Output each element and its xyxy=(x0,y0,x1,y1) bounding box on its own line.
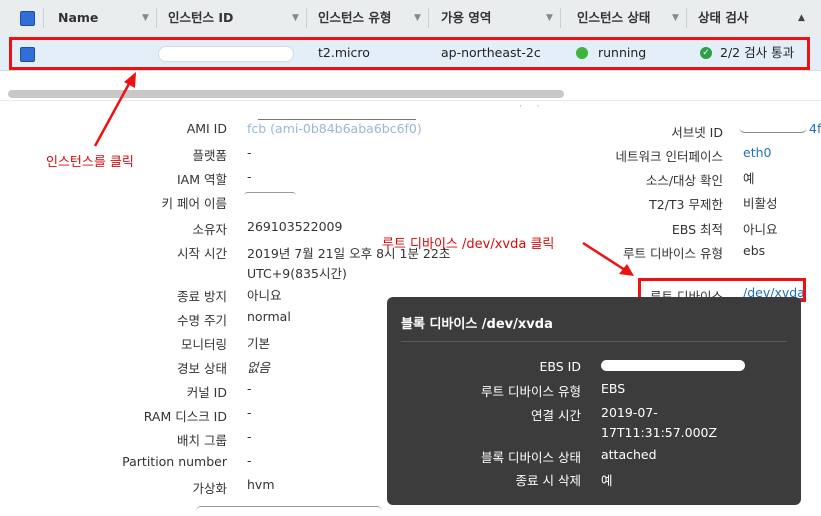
detail-value-alarm-status: 없음 xyxy=(247,360,271,375)
detail-value-root-device-type: ebs xyxy=(743,243,766,258)
detail-label-key-pair: 키 페어 이름 xyxy=(161,196,227,211)
detail-label-termination-protection: 종료 방지 xyxy=(177,289,227,304)
detail-label-platform: 플랫폼 xyxy=(192,148,227,163)
detail-label-alarm-status: 경보 상태 xyxy=(177,361,227,376)
detail-label-subnet-id: 서브넷 ID xyxy=(671,125,723,140)
detail-label-virtualization: 가상화 xyxy=(192,481,227,496)
detail-label-t2t3-unlimited: T2/T3 무제한 xyxy=(649,197,723,212)
detail-label-iam-role: IAM 역할 xyxy=(177,172,227,187)
detail-label-ramdisk-id: RAM 디스크 ID xyxy=(143,409,227,424)
network-interface-link[interactable]: eth0 xyxy=(743,145,771,160)
popover-value-root-device-type: EBS xyxy=(601,381,626,396)
popover-value-delete-on-termination: 예 xyxy=(601,473,613,488)
detail-value-monitoring: 기본 xyxy=(247,336,271,351)
detail-value-virtualization: hvm xyxy=(247,477,275,492)
ami-redaction xyxy=(258,116,416,120)
detail-value-ramdisk-id: - xyxy=(247,405,252,420)
detail-label-placement-group: 배치 그룹 xyxy=(177,433,227,448)
block-device-popover: 블록 디바이스 /dev/xvda EBS ID 루트 디바이스 유형 EBS … xyxy=(387,297,801,505)
popover-value-attach-time-2: 17T11:31:57.000Z xyxy=(601,425,718,440)
detail-value-launch-time-tz: UTC+9(835시간) xyxy=(247,266,347,281)
detail-value-platform: - xyxy=(247,145,252,160)
popover-value-block-device-status: attached xyxy=(601,447,657,462)
detail-value-iam-role: - xyxy=(247,169,252,184)
detail-value-source-dest-check: 예 xyxy=(743,171,755,186)
subnet-redacted xyxy=(739,120,807,133)
detail-label-monitoring: 모니터링 xyxy=(180,337,227,352)
popover-value-attach-time: 2019-07- xyxy=(601,405,658,420)
popover-label-root-device-type: 루트 디바이스 유형 xyxy=(481,384,581,399)
detail-label-partition-number: Partition number xyxy=(122,454,227,469)
popover-label-ebs-id: EBS ID xyxy=(539,359,581,374)
detail-label-ami-id: AMI ID xyxy=(186,121,227,136)
popover-divider xyxy=(401,341,787,342)
subnet-id-link[interactable]: 4f xyxy=(809,121,821,136)
detail-label-source-dest-check: 소스/대상 확인 xyxy=(645,173,723,188)
detail-label-network-interface: 네트워크 인터페이스 xyxy=(615,149,723,164)
detail-label-launch-time: 시작 시간 xyxy=(177,246,227,261)
annotation-click-instance: 인스턴스를 클릭 xyxy=(46,155,134,170)
popover-title: 블록 디바이스 /dev/xvda xyxy=(401,317,553,332)
ebs-id-redacted[interactable] xyxy=(601,360,745,371)
detail-value-placement-group: - xyxy=(247,429,252,444)
detail-value-partition-number: - xyxy=(247,453,252,468)
detail-value-t2t3-unlimited: 비활성 xyxy=(743,196,778,211)
detail-label-kernel-id: 커널 ID xyxy=(186,385,227,400)
detail-label-lifecycle: 수명 주기 xyxy=(177,313,227,328)
ami-id-link[interactable]: fcb (ami-0b84b6aba6bc6f0) xyxy=(247,121,422,136)
detail-value-owner: 269103522009 xyxy=(247,219,343,234)
detail-label-root-device-type: 루트 디바이스 유형 xyxy=(623,246,723,261)
annotation-click-root-device: 루트 디바이스 /dev/xvda 클릭 xyxy=(382,237,555,252)
detail-value-termination-protection: 아니요 xyxy=(247,288,282,303)
popover-label-delete-on-termination: 종료 시 삭제 xyxy=(515,473,581,488)
popover-label-attach-time: 연결 시간 xyxy=(531,408,581,423)
detail-label-ebs-optimized: EBS 최적 xyxy=(671,222,723,237)
key-pair-redacted xyxy=(244,192,296,199)
detail-value-lifecycle: normal xyxy=(247,309,291,324)
detail-value-ebs-optimized: 아니요 xyxy=(743,222,778,237)
detail-label-owner: 소유자 xyxy=(192,222,227,237)
popover-label-block-device-status: 블록 디바이스 상태 xyxy=(481,450,581,465)
detail-value-kernel-id: - xyxy=(247,381,252,396)
